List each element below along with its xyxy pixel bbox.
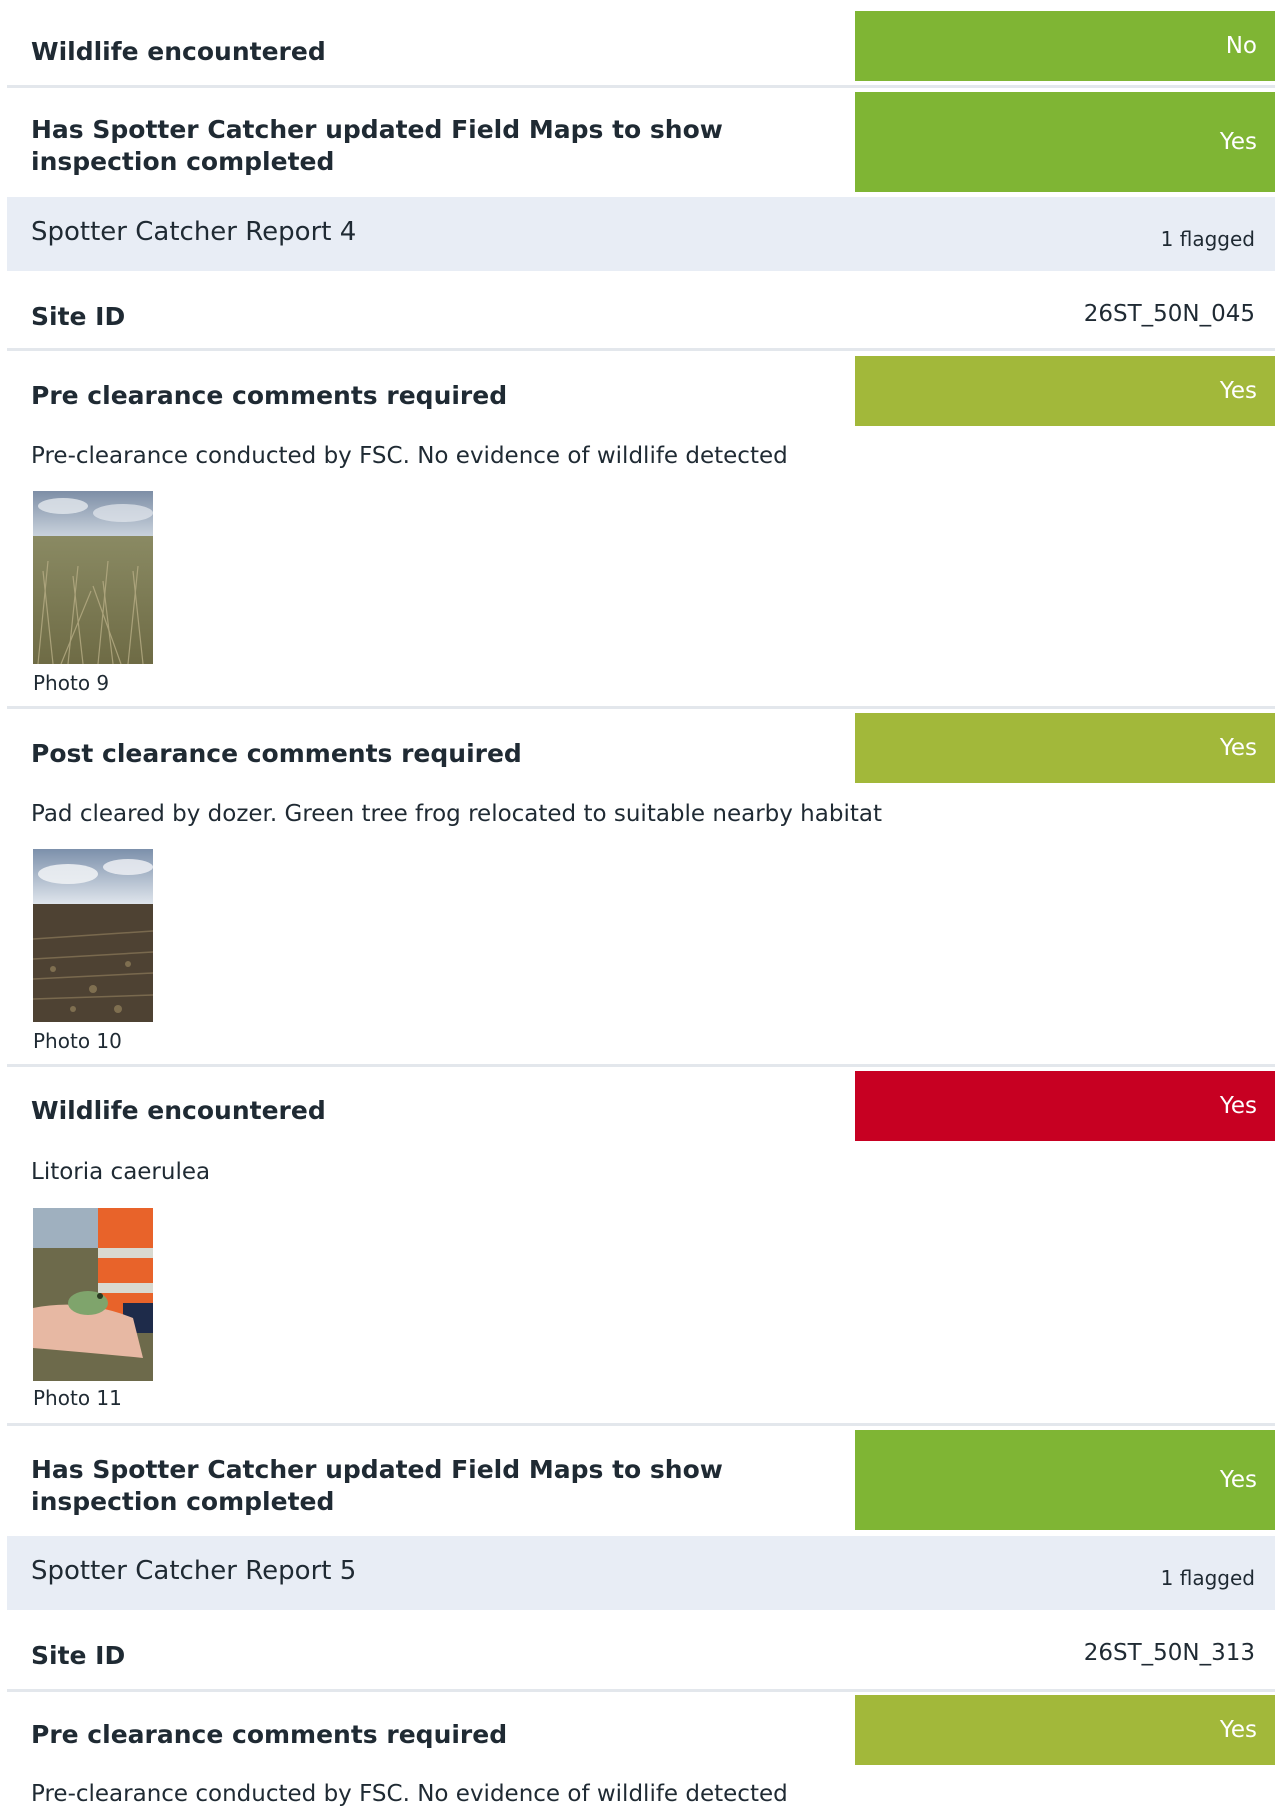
answer-badge: Yes	[855, 92, 1275, 192]
photo-caption: Photo 10	[33, 1029, 122, 1053]
comment-text: Litoria caerulea	[31, 1159, 211, 1185]
report-section-header[interactable]: Spotter Catcher Report 4 1 flagged	[7, 197, 1275, 271]
question-label: Pre clearance comments required	[31, 381, 508, 410]
answer-value: Yes	[1219, 378, 1257, 404]
site-id-value: 26ST_50N_045	[1083, 301, 1255, 327]
question-label: Wildlife encountered	[31, 1096, 326, 1125]
site-id-row: 26ST_50N_045	[7, 301, 1275, 335]
comment-text: Pad cleared by dozer. Green tree frog re…	[31, 801, 882, 827]
answer-value: Yes	[1219, 1093, 1257, 1119]
question-label: Has Spotter Catcher updated Field Maps t…	[31, 1455, 723, 1516]
answer-value: No	[1225, 33, 1257, 59]
site-id-row: 26ST_50N_313	[7, 1640, 1275, 1674]
report-title: Spotter Catcher Report 5	[31, 1556, 357, 1586]
divider	[7, 348, 1275, 351]
answer-value: Yes	[1219, 1717, 1257, 1743]
question-label: Pre clearance comments required	[31, 1720, 508, 1749]
question-label: Has Spotter Catcher updated Field Maps t…	[31, 115, 723, 176]
answer-value: Yes	[1219, 129, 1257, 155]
answer-value: Yes	[1219, 735, 1257, 761]
answer-badge: Yes	[855, 713, 1275, 783]
answer-value: Yes	[1219, 1467, 1257, 1493]
question-label: Post clearance comments required	[31, 739, 522, 768]
flag-count: 1 flagged	[1160, 1566, 1255, 1590]
report-section-header[interactable]: Spotter Catcher Report 5 1 flagged	[7, 1536, 1275, 1610]
photo-thumbnail[interactable]	[33, 491, 153, 664]
answer-badge: Yes	[855, 1430, 1275, 1530]
comment-text: Pre-clearance conducted by FSC. No evide…	[31, 1781, 788, 1807]
frog-photo-image	[33, 1208, 153, 1381]
divider	[7, 1423, 1275, 1426]
photo-thumbnail[interactable]	[33, 1208, 153, 1381]
answer-badge: Yes	[855, 1695, 1275, 1765]
answer-badge: No	[855, 11, 1275, 81]
site-id-value: 26ST_50N_313	[1083, 1640, 1255, 1666]
report-title: Spotter Catcher Report 4	[31, 217, 357, 247]
divider	[7, 1064, 1275, 1067]
comment-text: Pre-clearance conducted by FSC. No evide…	[31, 443, 788, 469]
photo-caption: Photo 11	[33, 1386, 122, 1410]
answer-badge: Yes	[855, 356, 1275, 426]
divider	[7, 706, 1275, 709]
divider	[7, 1689, 1275, 1692]
divider	[7, 85, 1275, 88]
flag-count: 1 flagged	[1160, 227, 1255, 251]
cleared-pad-photo-image	[33, 849, 153, 1022]
photo-caption: Photo 9	[33, 671, 110, 695]
question-label: Wildlife encountered	[31, 37, 326, 66]
photo-thumbnail[interactable]	[33, 849, 153, 1022]
answer-badge: Yes	[855, 1071, 1275, 1141]
grassland-photo-image	[33, 491, 153, 664]
